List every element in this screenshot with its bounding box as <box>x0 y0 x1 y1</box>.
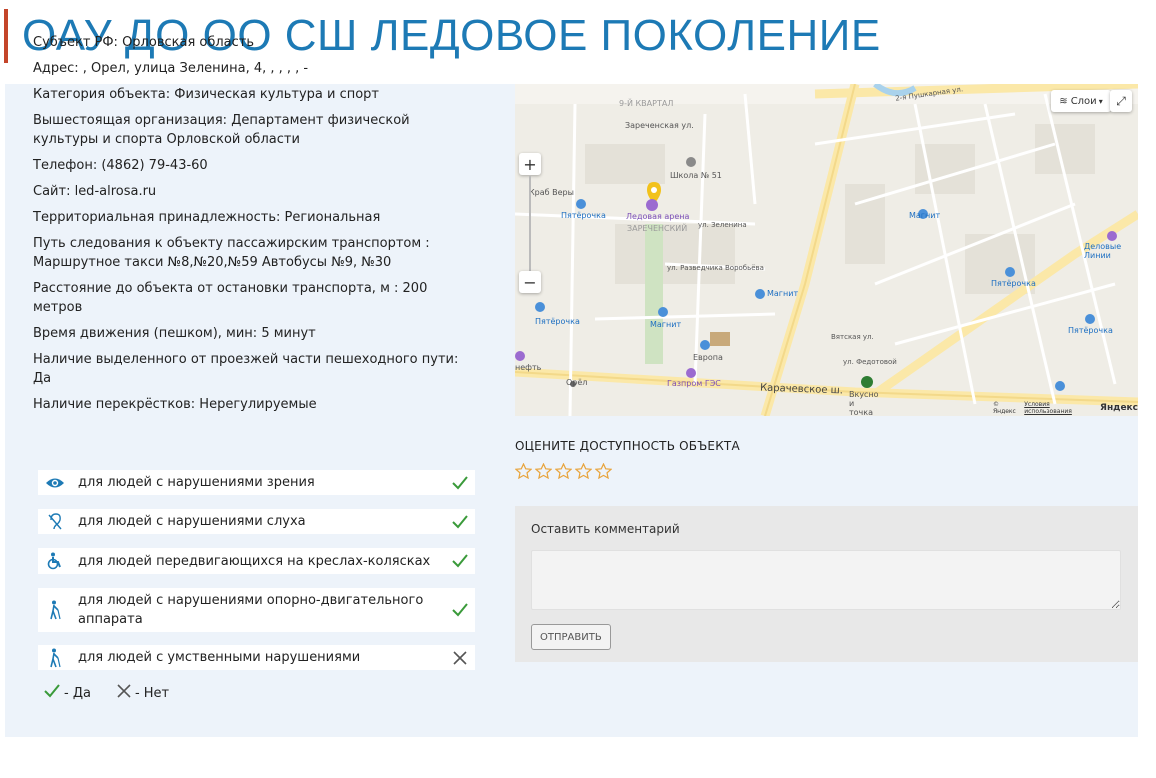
layers-icon: ≋ <box>1059 95 1068 107</box>
map-terms-link[interactable]: Условия использования <box>1024 401 1093 415</box>
star-icon[interactable] <box>574 462 593 483</box>
expand-icon: ⤢ <box>1116 93 1126 108</box>
cross-icon <box>445 650 475 665</box>
access-label: для людей с умственными нарушениями <box>78 650 361 665</box>
zoom-out-button[interactable]: − <box>519 271 541 293</box>
access-row-mental: для людей с умственными нарушениями <box>38 645 475 670</box>
chevron-down-icon: ▾ <box>1098 96 1103 106</box>
map-poi-label: нефть <box>515 363 542 372</box>
map-poi-label: Газпром ГЭС <box>667 379 721 388</box>
check-icon <box>445 554 475 568</box>
map-layers-label: Слои <box>1070 95 1097 107</box>
map-poi-label: Деловые Линии <box>1084 242 1122 260</box>
star-icon[interactable] <box>554 462 573 483</box>
legend: - Да - Нет <box>44 684 169 702</box>
map-street-label: Вятская ул. <box>831 333 874 341</box>
eye-icon <box>40 470 70 495</box>
info-parent-org: Вышестоящая организация: Департамент физ… <box>33 113 410 147</box>
comment-form: Оставить комментарий ОТПРАВИТЬ <box>515 506 1138 662</box>
map-copyright: © Яндекс <box>993 401 1016 415</box>
access-label: для людей передвигающихся на креслах-кол… <box>78 553 431 569</box>
zoom-in-label: + <box>523 154 537 174</box>
check-icon <box>445 603 475 617</box>
check-icon <box>445 475 475 490</box>
send-button[interactable]: ОТПРАВИТЬ <box>531 624 611 650</box>
info-region: Субъект РФ: Орловская область <box>33 35 255 50</box>
map-poi-label: Вкусно и точка <box>849 390 879 416</box>
rating-stars[interactable] <box>514 462 613 483</box>
map-layers-button[interactable]: ≋ Слои ▾ <box>1051 90 1111 112</box>
map-poi-label: Магнит <box>767 289 799 298</box>
title-accent-bar <box>4 9 8 63</box>
map-street-label: Зареченская ул. <box>625 121 694 130</box>
object-map[interactable]: 9-Й КВАРТАЛ Зареченская ул. Школа № 51 П… <box>515 84 1138 416</box>
access-row-mobility: для людей с нарушениями опорно-двигатель… <box>38 588 475 632</box>
map-poi-label: Пятёрочка <box>561 211 606 220</box>
info-address: Адрес: , Орел, улица Зеленина, 4, , , , … <box>33 61 309 76</box>
comment-label: Оставить комментарий <box>531 522 680 536</box>
map-poi-label: Пятёрочка <box>535 317 580 326</box>
ear-icon <box>40 509 70 534</box>
zoom-in-button[interactable]: + <box>519 153 541 175</box>
map-canvas <box>515 84 1138 416</box>
map-attribution: © Яндекс Условия использования Яндекс <box>993 401 1138 415</box>
star-icon[interactable] <box>594 462 613 483</box>
access-row-hearing: для людей с нарушениями слуха <box>38 509 475 534</box>
info-territory: Территориальная принадлежность: Регионал… <box>33 210 381 225</box>
cross-icon <box>117 684 131 702</box>
legend-yes: - Да <box>64 685 91 701</box>
info-site: Сайт: led-alrosa.ru <box>33 184 157 199</box>
star-icon[interactable] <box>514 462 533 483</box>
map-fullscreen-button[interactable]: ⤢ <box>1110 90 1132 112</box>
access-label: для людей с нарушениями опорно-двигатель… <box>78 593 424 627</box>
info-category: Категория объекта: Физическая культура и… <box>33 87 379 102</box>
map-street-label: ул. Федотовой <box>843 358 897 366</box>
legend-no: - Нет <box>134 685 170 701</box>
zoom-out-label: − <box>523 272 537 292</box>
info-pedestrian-path: Наличие выделенного от проезжей части пе… <box>33 352 459 386</box>
map-poi-label: Школа № 51 <box>670 171 722 180</box>
info-phone: Телефон: (4862) 79-43-60 <box>33 158 208 173</box>
map-brand-logo: Яндекс <box>1100 403 1138 413</box>
map-poi-label: Магнит <box>650 320 682 329</box>
map-poi-label: Пятёрочка <box>1068 326 1113 335</box>
map-street-label: ул. Зеленина <box>698 221 747 229</box>
info-distance: Расстояние до объекта от остановки транс… <box>33 281 428 315</box>
map-poi-label: Пятёрочка <box>991 279 1036 288</box>
walking-cane-icon <box>40 588 70 632</box>
access-row-wheelchair: для людей передвигающихся на креслах-кол… <box>38 548 475 574</box>
map-poi-label: Европа <box>693 353 723 362</box>
zoom-slider[interactable] <box>529 176 531 271</box>
star-icon[interactable] <box>534 462 553 483</box>
object-info: Субъект РФ: Орловская область Адрес: , О… <box>33 33 473 421</box>
walking-person-icon <box>40 645 70 670</box>
check-icon <box>445 514 475 529</box>
map-district-label: ЗАРЕЧЕНСКИЙ <box>627 224 688 233</box>
map-marker-label: Ледовая арена <box>626 212 690 221</box>
map-poi-label: Орёл <box>566 378 588 387</box>
access-label: для людей с нарушениями слуха <box>78 514 306 529</box>
check-icon <box>44 684 60 702</box>
comment-input[interactable] <box>531 550 1121 610</box>
wheelchair-icon <box>40 548 70 574</box>
access-row-vision: для людей с нарушениями зрения <box>38 470 475 495</box>
access-label: для людей с нарушениями зрения <box>78 475 315 490</box>
map-poi-label: Краб Веры <box>529 188 574 197</box>
rating-label: ОЦЕНИТЕ ДОСТУПНОСТЬ ОБЪЕКТА <box>515 439 740 453</box>
info-walk-time: Время движения (пешком), мин: 5 минут <box>33 326 316 341</box>
map-poi-label: Магнит <box>909 211 941 220</box>
map-street-label: ул. Разведчика Воробьёва <box>667 264 764 272</box>
info-crossings: Наличие перекрёстков: Нерегулируемые <box>33 397 317 412</box>
map-street-label: 9-Й КВАРТАЛ <box>619 99 674 108</box>
info-transport: Путь следования к объекту пассажирским т… <box>33 236 430 270</box>
